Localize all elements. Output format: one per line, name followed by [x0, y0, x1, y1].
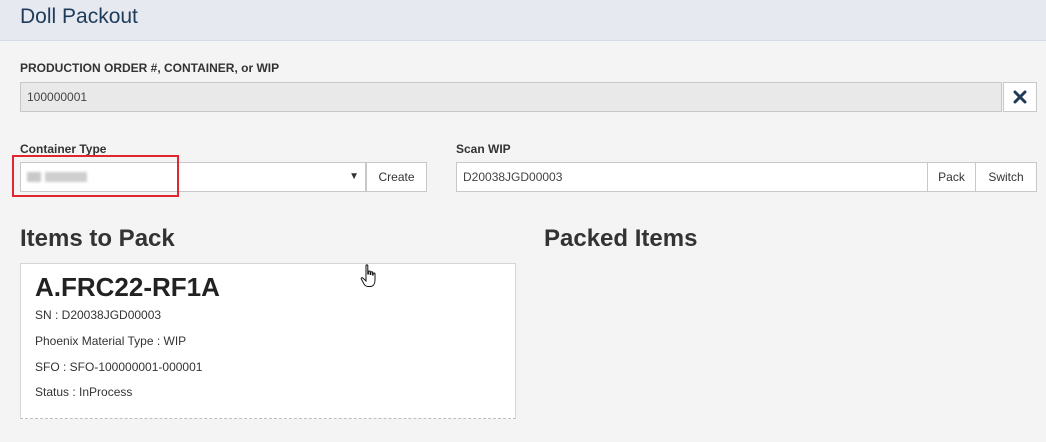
- scan-wip-input-value: D20038JGD00003: [463, 170, 563, 184]
- container-type-label: Container Type: [20, 142, 107, 156]
- order-input-value: 100000001: [27, 90, 88, 104]
- hand-cursor-icon: [360, 264, 376, 287]
- page-title: Doll Packout: [20, 5, 138, 28]
- items-to-pack-heading: Items to Pack: [20, 225, 175, 252]
- item-sn: SN : D20038JGD00003: [35, 308, 162, 322]
- pack-button[interactable]: Pack: [927, 162, 976, 192]
- create-button[interactable]: Create: [366, 162, 427, 192]
- item-material-type: Phoenix Material Type : WIP: [35, 334, 187, 348]
- switch-button[interactable]: Switch: [975, 162, 1037, 192]
- item-card[interactable]: A.FRC22-RF1A SN : D20038JGD00003 Phoenix…: [20, 263, 516, 419]
- container-type-selected-value: [27, 172, 117, 182]
- chevron-down-icon: ▼: [349, 171, 359, 182]
- scan-wip-input[interactable]: D20038JGD00003: [456, 162, 928, 192]
- order-input[interactable]: 100000001: [20, 82, 1002, 112]
- packed-items-heading: Packed Items: [544, 225, 698, 252]
- close-icon: [1013, 90, 1027, 104]
- page-header: Doll Packout: [0, 0, 1046, 41]
- order-label: PRODUCTION ORDER #, CONTAINER, or WIP: [20, 61, 280, 75]
- container-type-select[interactable]: ▼: [20, 162, 366, 192]
- item-part-number: A.FRC22-RF1A: [35, 272, 220, 302]
- item-sfo: SFO : SFO-100000001-000001: [35, 360, 203, 374]
- scan-wip-label: Scan WIP: [456, 142, 511, 156]
- item-status: Status : InProcess: [35, 385, 133, 399]
- clear-button[interactable]: [1003, 82, 1037, 112]
